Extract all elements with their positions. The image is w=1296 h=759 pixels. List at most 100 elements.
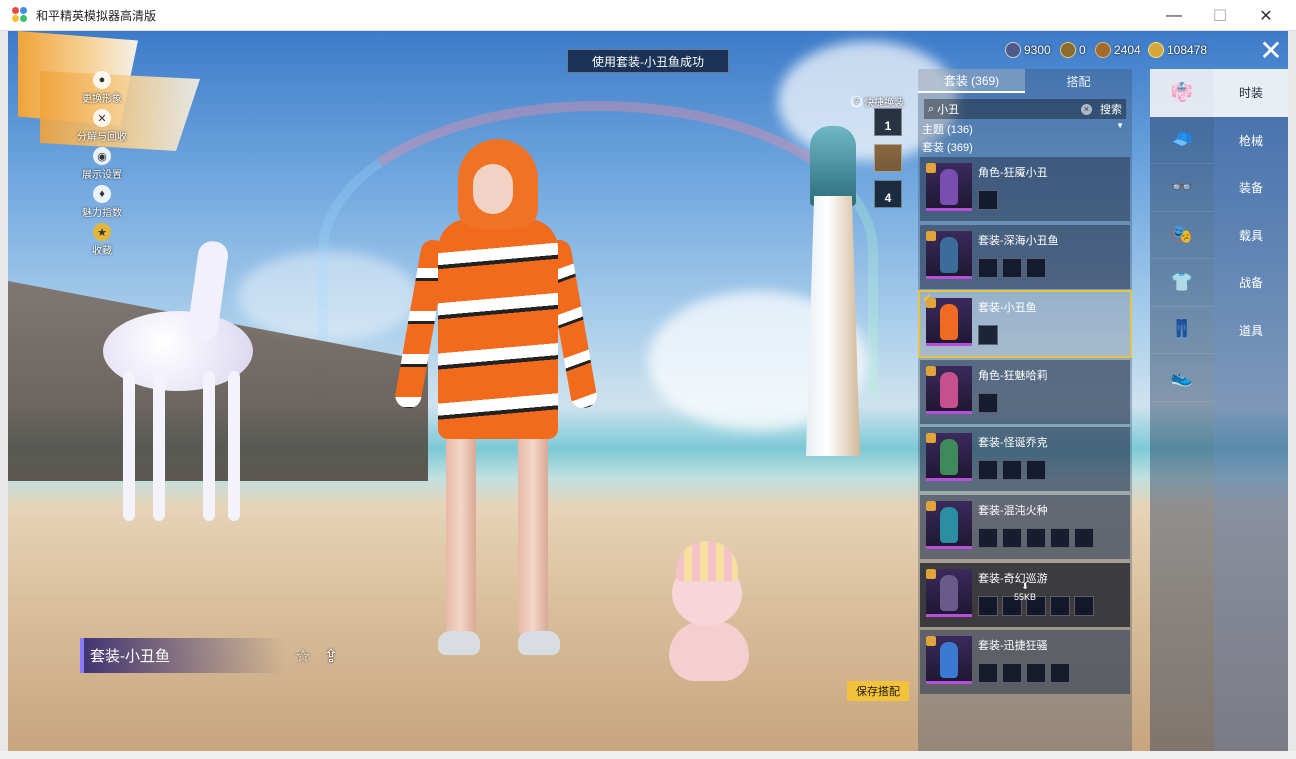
outfit-card[interactable]: 角色-狂魇小丑 [920, 157, 1130, 221]
search-icon: ⌕ [928, 102, 935, 115]
rank-icon [926, 568, 936, 579]
mini-item-icon [978, 595, 998, 616]
outfit-card[interactable]: 套装-奇幻巡游 ⬇ 55KB [920, 562, 1130, 627]
search-bar[interactable]: ⌕ 小丑 × 搜索 [924, 99, 1126, 119]
save-combo-button[interactable]: 保存搭配 [847, 681, 909, 701]
rank-icon [926, 500, 936, 511]
outfit-icon: 👘 [1170, 81, 1194, 102]
outfit-name: 角色-狂魇小丑 [978, 167, 1048, 179]
search-button[interactable]: 搜索 [1100, 101, 1122, 117]
mini-item-icon [1050, 595, 1070, 616]
currency-badge: 0 [1060, 41, 1086, 59]
outfit-name: 套装-怪诞乔克 [978, 437, 1048, 450]
top-icon: 👕 [1170, 271, 1194, 292]
close-game-panel-button[interactable]: ✕ [1254, 31, 1288, 69]
nav-tab[interactable]: 枪械 [1214, 117, 1288, 165]
mini-item-icon [1026, 663, 1046, 684]
outfit-name: 套装-深海小丑鱼 [978, 234, 1059, 247]
nav-tab[interactable]: 道具 [1214, 307, 1288, 355]
outfit-card[interactable]: 角色-狂魅哈莉 [920, 359, 1130, 424]
mini-item-icon [1074, 527, 1094, 548]
quick-slot-1[interactable]: 1 [874, 108, 902, 136]
globe-coin-icon [1005, 42, 1021, 58]
outfit-name: 套装-混沌火种 [978, 504, 1048, 517]
mini-item-icon [978, 392, 998, 413]
favorite-star-icon[interactable]: ☆ [292, 645, 314, 667]
tab-outfits[interactable]: 套装 (369) [918, 69, 1025, 93]
mini-item-icon [978, 325, 998, 346]
outfit-card[interactable]: 套装-深海小丑鱼 [920, 224, 1130, 289]
close-window-button[interactable]: ✕ [1243, 0, 1289, 31]
left-menu-item[interactable]: ✕ 分解与回收 [72, 107, 132, 145]
category-glasses[interactable]: 👓 [1150, 164, 1214, 212]
quick-slot-2[interactable] [874, 144, 902, 172]
left-menu-item[interactable]: ◉ 展示设置 [72, 145, 132, 183]
mini-item-icon [1050, 527, 1070, 548]
mini-item-icon [1002, 527, 1022, 548]
mini-item-icon [1026, 527, 1046, 548]
outfit-card[interactable]: ✔ 套装-小丑鱼 [918, 290, 1132, 359]
pet-companion [664, 536, 754, 686]
download-indicator[interactable]: ⬇ 55KB [1012, 581, 1038, 602]
left-menu-item[interactable]: ♦ 魅力指数 [72, 183, 132, 221]
player-character[interactable] [378, 139, 599, 659]
outfit-name: 套装-小丑鱼 [978, 302, 1037, 315]
current-outfit-name: 套装-小丑鱼 [80, 638, 285, 673]
category-shoes[interactable]: 👟 [1150, 354, 1214, 402]
category-mask[interactable]: 🎭 [1150, 212, 1214, 259]
game-viewport[interactable]: ● 更换形象 ✕ 分解与回收 ◉ 展示设置 ♦ 魅力指数 ★ 收藏 使用套装-小… [8, 31, 1288, 751]
mini-item-icon [1002, 663, 1022, 684]
equipped-check-icon: ✔ [922, 291, 933, 306]
taskbar-strip [0, 751, 1296, 759]
mini-item-icon [978, 460, 998, 481]
window-title: 和平精英模拟器高清版 [36, 8, 157, 23]
badge-coin-icon [1060, 42, 1076, 58]
tab-combos[interactable]: 搭配 [1025, 69, 1132, 93]
left-menu: ● 更换形象 ✕ 分解与回收 ◉ 展示设置 ♦ 魅力指数 ★ 收藏 [72, 69, 132, 259]
nav-tab[interactable]: 战备 [1214, 259, 1288, 307]
nav-tab[interactable]: 载具 [1214, 212, 1288, 260]
mini-item-icon [978, 663, 998, 684]
search-input[interactable]: 小丑 [937, 101, 959, 117]
main-nav-column: 时装 枪械 装备 载具 战备 道具 [1214, 69, 1288, 751]
mini-item-icon [1074, 595, 1094, 616]
theme-filter-dropdown[interactable]: 主题 (136) ▼ [918, 119, 1132, 137]
nav-tab[interactable]: 时装 [1214, 69, 1288, 117]
outfit-list-panel: 套装 (369) 搭配 ⌕ 小丑 × 搜索 主题 (136) ▼ 套装 (369)… [918, 69, 1132, 751]
category-cap[interactable]: 🧢 [1150, 117, 1214, 164]
maximize-button[interactable]: ☐ [1197, 0, 1243, 31]
outfit-card[interactable]: 套装-怪诞乔克 [920, 427, 1130, 492]
mini-item-icon [978, 190, 998, 210]
outfit-card[interactable]: 套装-迅捷狂骚 [920, 630, 1130, 695]
clear-search-icon[interactable]: × [1081, 103, 1092, 115]
outfit-card[interactable]: 套装-混沌火种 [920, 494, 1130, 559]
left-menu-item[interactable]: ● 更换形象 [72, 69, 132, 107]
gold-coin-icon [1148, 42, 1164, 58]
currency-gold: 108478 [1148, 41, 1207, 59]
category-top[interactable]: 👕 [1150, 259, 1214, 307]
success-toast: 使用套装-小丑鱼成功 [567, 49, 729, 73]
shoes-icon: 👟 [1170, 366, 1194, 387]
mini-item-icon [978, 527, 998, 548]
rank-icon [926, 365, 936, 376]
mini-item-icon [978, 257, 998, 278]
category-pants[interactable]: 👖 [1150, 307, 1214, 354]
cap-icon: 🧢 [1170, 129, 1194, 150]
minimize-button[interactable]: — [1151, 0, 1197, 31]
pants-icon: 👖 [1170, 319, 1194, 340]
help-icon[interactable]: ? [851, 96, 862, 107]
bronze-coin-icon [1095, 42, 1111, 58]
mask-icon: 🎭 [1170, 224, 1194, 245]
category-outfit[interactable]: 👘 [1150, 69, 1214, 117]
collection-icon: ★ [93, 223, 111, 241]
left-menu-item[interactable]: ★ 收藏 [72, 221, 132, 259]
mini-item-icon [1026, 257, 1046, 278]
quick-swap: ? 快捷换装 1 4 [851, 94, 913, 208]
share-icon[interactable]: ⇪ [320, 645, 342, 667]
category-icon-column: 👘 🧢 👓 🎭 👕 👖 👟 [1150, 69, 1214, 751]
outfit-list: 角色-狂魇小丑 套装-深海小丑鱼 ✔ 套装-小丑鱼角色-狂魅哈莉套装-怪诞乔克 套装-混… [918, 157, 1132, 695]
glasses-icon: 👓 [1170, 176, 1194, 197]
mini-item-icon [1002, 460, 1022, 481]
quick-slot-3[interactable]: 4 [874, 180, 902, 208]
nav-tab[interactable]: 装备 [1214, 164, 1288, 212]
